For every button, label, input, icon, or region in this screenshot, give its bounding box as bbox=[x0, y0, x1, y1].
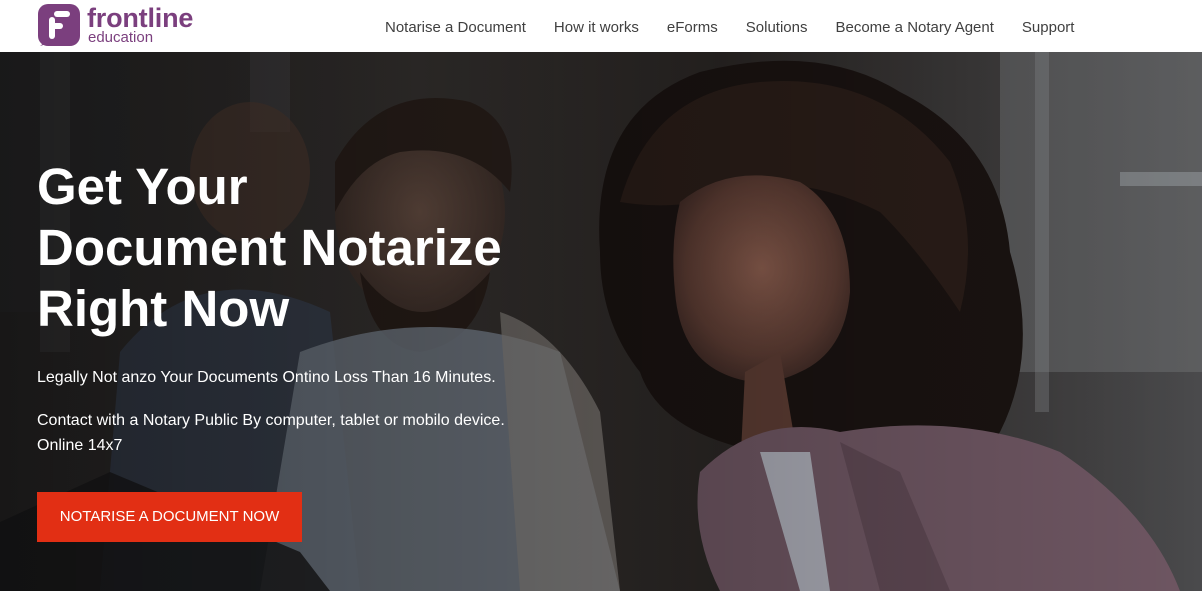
frontline-f-icon bbox=[38, 4, 80, 46]
hero-contact-text: Contact with a Notary Public By computer… bbox=[37, 408, 537, 458]
hero-title-line: Document Notarize bbox=[37, 219, 502, 276]
hero-contact-line: Contact with a Notary Public By computer… bbox=[37, 412, 505, 429]
hero-contact-line: Online 14x7 bbox=[37, 437, 123, 454]
site-header: frontline education Notarise a Document … bbox=[0, 0, 1202, 52]
hero-title: Get Your Document Notarize Right Now bbox=[37, 156, 597, 339]
nav-item-how-it-works[interactable]: How it works bbox=[554, 19, 639, 36]
nav-item-support[interactable]: Support bbox=[1022, 19, 1075, 36]
main-nav: Notarise a Document How it works eForms … bbox=[385, 0, 1074, 52]
nav-item-eforms[interactable]: eForms bbox=[667, 19, 718, 36]
hero-title-line: Right Now bbox=[37, 280, 290, 337]
nav-item-notarise-document[interactable]: Notarise a Document bbox=[385, 19, 526, 36]
nav-item-solutions[interactable]: Solutions bbox=[746, 19, 808, 36]
nav-item-become-notary-agent[interactable]: Become a Notary Agent bbox=[835, 19, 993, 36]
hero-title-line: Get Your bbox=[37, 158, 248, 215]
notarise-document-now-button[interactable]: NOTARISE A DOCUMENT NOW bbox=[37, 492, 302, 542]
brand-tagline: education bbox=[88, 29, 154, 46]
hero-description: Legally Not anzo Your Documents Ontino L… bbox=[37, 369, 496, 386]
hero-section: Get Your Document Notarize Right Now Leg… bbox=[0, 52, 1202, 591]
brand-logo[interactable]: frontline education bbox=[36, 2, 216, 50]
